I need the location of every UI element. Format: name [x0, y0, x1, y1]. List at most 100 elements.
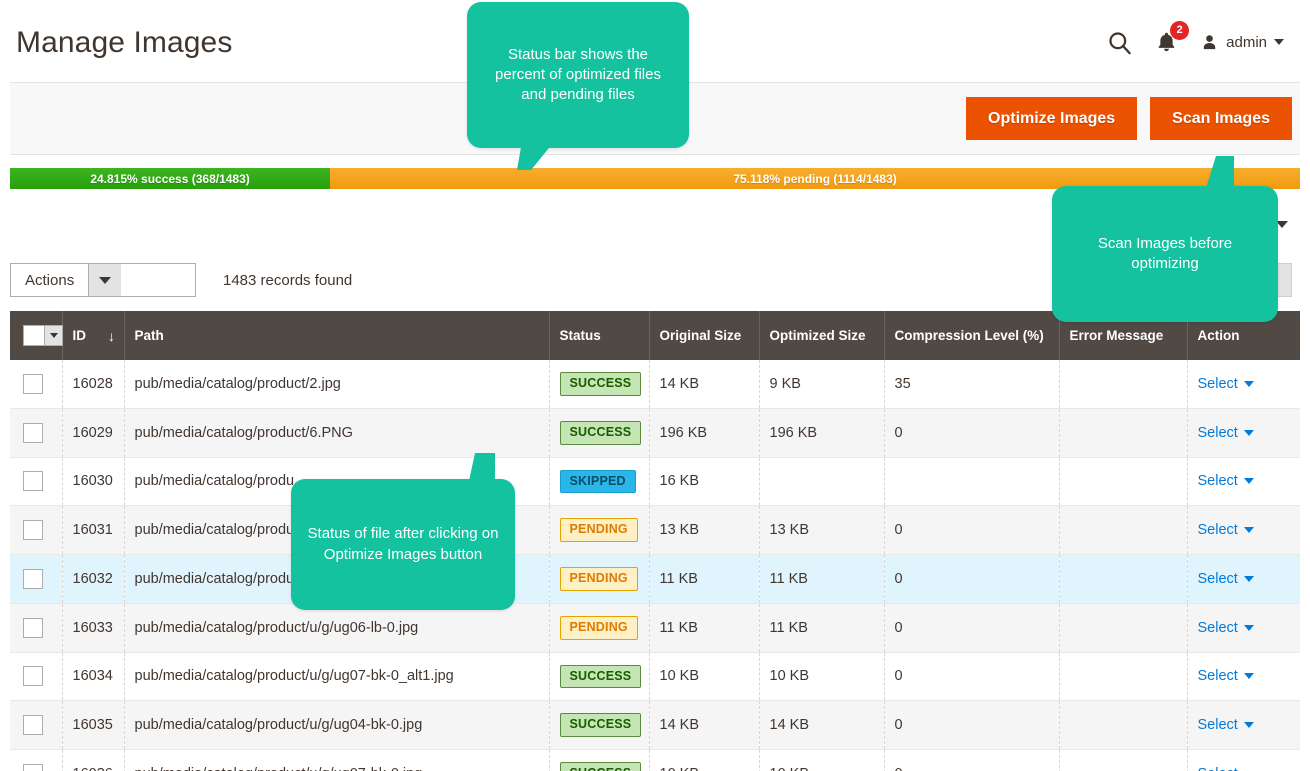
cell-optimized-size: 13 KB: [759, 505, 885, 555]
table-row[interactable]: 16032 pub/media/catalog/produ PENDING 11 KB…: [10, 554, 1300, 604]
row-action-select[interactable]: Select: [1198, 571, 1254, 587]
app-root: Manage Images 2 admin Optimize Images Sc…: [0, 0, 1310, 771]
table-row[interactable]: 16031 pub/media/catalog/produ PENDING 13 KB…: [10, 505, 1300, 555]
row-action-select[interactable]: Select: [1198, 766, 1254, 771]
column-header-original-size[interactable]: Original Size: [649, 311, 760, 360]
cell-action: Select: [1187, 505, 1300, 555]
status-badge: SUCCESS: [559, 762, 642, 771]
row-action-label: Select: [1197, 473, 1238, 490]
callout-tail: [469, 453, 495, 481]
cell-action: Select: [1187, 554, 1300, 604]
cell-id: 16032: [62, 554, 125, 604]
cell-compression-level: [884, 457, 1060, 507]
row-checkbox[interactable]: [23, 715, 43, 736]
row-action-select[interactable]: Select: [1198, 376, 1254, 392]
table-row[interactable]: 16036pub/media/catalog/product/u/g/ug07-…: [10, 749, 1300, 771]
select-all-header: [10, 311, 63, 360]
row-action-select[interactable]: Select: [1198, 717, 1254, 733]
status-badge: SUCCESS: [559, 420, 642, 445]
row-checkbox[interactable]: [23, 373, 43, 394]
cell-original-size: 13 KB: [649, 505, 760, 555]
cell-optimized-size: [759, 457, 885, 507]
row-checkbox[interactable]: [23, 763, 43, 771]
row-action-select[interactable]: Select: [1198, 473, 1254, 489]
user-menu[interactable]: admin: [1200, 33, 1284, 52]
user-name: admin: [1226, 33, 1267, 51]
cell-optimized-size: 10 KB: [759, 749, 885, 771]
user-icon: [1203, 34, 1216, 49]
cell-status: PENDING: [549, 505, 650, 555]
optimize-images-button[interactable]: Optimize Images: [966, 96, 1138, 141]
cell-original-size: 14 KB: [649, 360, 760, 409]
search-icon[interactable]: [1106, 29, 1133, 56]
chevron-down-icon: [1243, 429, 1254, 436]
chevron-down-icon: [1243, 380, 1254, 387]
table-row[interactable]: 16034 pub/media/catalog/product/u/g/ug07-…: [10, 652, 1300, 702]
row-select-cell: [10, 360, 63, 409]
cell-error-message: [1059, 603, 1188, 653]
row-select-cell: [10, 505, 63, 555]
cell-path: pub/media/catalog/product/u/g/ug07-bk-0_…: [124, 652, 550, 702]
cell-path: pub/media/catalog/product/2.jpg: [124, 360, 550, 409]
cell-action: Select: [1187, 652, 1300, 702]
row-checkbox[interactable]: [23, 520, 43, 541]
row-action-select[interactable]: Select: [1198, 620, 1254, 636]
row-select-cell: [10, 603, 63, 653]
row-checkbox[interactable]: [23, 568, 43, 589]
scan-images-button[interactable]: Scan Images: [1150, 96, 1292, 141]
row-select-cell: [10, 457, 63, 507]
callout-file-status: Status of file after clicking on Optimiz…: [291, 453, 515, 610]
column-header-status[interactable]: Status: [549, 311, 650, 360]
cell-original-size: 10 KB: [649, 652, 760, 702]
cell-original-size: 11 KB: [649, 554, 760, 604]
status-badge: SUCCESS: [559, 664, 642, 689]
row-checkbox[interactable]: [23, 471, 43, 492]
table-row[interactable]: 16030 pub/media/catalog/produ SKIPPED 16 KB…: [10, 457, 1300, 507]
select-all-checkbox[interactable]: [23, 325, 63, 346]
cell-optimized-size: 14 KB: [759, 700, 885, 750]
cell-error-message: [1059, 749, 1188, 771]
table-row[interactable]: 16029 pub/media/catalog/product/6.PNG SUCC…: [10, 408, 1300, 458]
checkbox-box: [24, 326, 44, 345]
cell-id: 16034: [62, 652, 125, 702]
cell-error-message: [1059, 457, 1188, 507]
row-action-label: Select: [1197, 424, 1238, 441]
cell-compression-level: 0: [884, 749, 1060, 771]
column-header-path[interactable]: Path: [124, 311, 550, 360]
callout-tail: [1206, 156, 1234, 188]
row-checkbox[interactable]: [23, 666, 43, 687]
cell-error-message: [1059, 652, 1188, 702]
cell-original-size: 10 KB: [649, 749, 760, 771]
row-select-cell: [10, 554, 63, 604]
row-action-label: Select: [1197, 717, 1238, 734]
row-action-select[interactable]: Select: [1198, 522, 1254, 538]
row-action-select[interactable]: Select: [1198, 425, 1254, 441]
table-row[interactable]: 16033 pub/media/catalog/product/u/g/ug06-…: [10, 603, 1300, 653]
chevron-down-icon[interactable]: [44, 326, 62, 345]
images-grid: ID ↓ Path Status Original Size Optimized…: [10, 311, 1300, 771]
actions-dropdown[interactable]: Actions: [10, 263, 196, 297]
actions-dropdown-label: Actions: [25, 271, 75, 289]
column-header-optimized-size[interactable]: Optimized Size: [759, 311, 885, 360]
table-row[interactable]: 16035 pub/media/catalog/product/u/g/ug04-…: [10, 700, 1300, 750]
cell-optimized-size: 10 KB: [759, 652, 885, 702]
chevron-down-icon: [1243, 527, 1254, 534]
header-actions: 2 admin: [1106, 21, 1298, 56]
row-checkbox[interactable]: [23, 617, 43, 638]
cell-action: Select: [1187, 360, 1300, 409]
cell-status: SUCCESS: [549, 749, 650, 771]
row-action-select[interactable]: Select: [1198, 668, 1254, 684]
chevron-down-icon: [1243, 722, 1254, 729]
column-header-id[interactable]: ID ↓: [62, 311, 125, 360]
table-row[interactable]: 16028 pub/media/catalog/product/2.jpg SUCC…: [10, 360, 1300, 409]
row-action-label: Select: [1197, 619, 1238, 636]
callout-scan-images: Scan Images before optimizing: [1052, 156, 1278, 322]
chevron-down-icon: [88, 264, 122, 296]
row-checkbox[interactable]: [23, 422, 43, 443]
cell-compression-level: 0: [884, 554, 1060, 604]
status-badge: SUCCESS: [559, 713, 642, 737]
column-header-compression-level[interactable]: Compression Level (%): [884, 311, 1060, 360]
chevron-down-icon: [1243, 673, 1254, 680]
notifications-button[interactable]: 2: [1155, 21, 1190, 54]
chevron-down-icon: [1243, 624, 1254, 631]
